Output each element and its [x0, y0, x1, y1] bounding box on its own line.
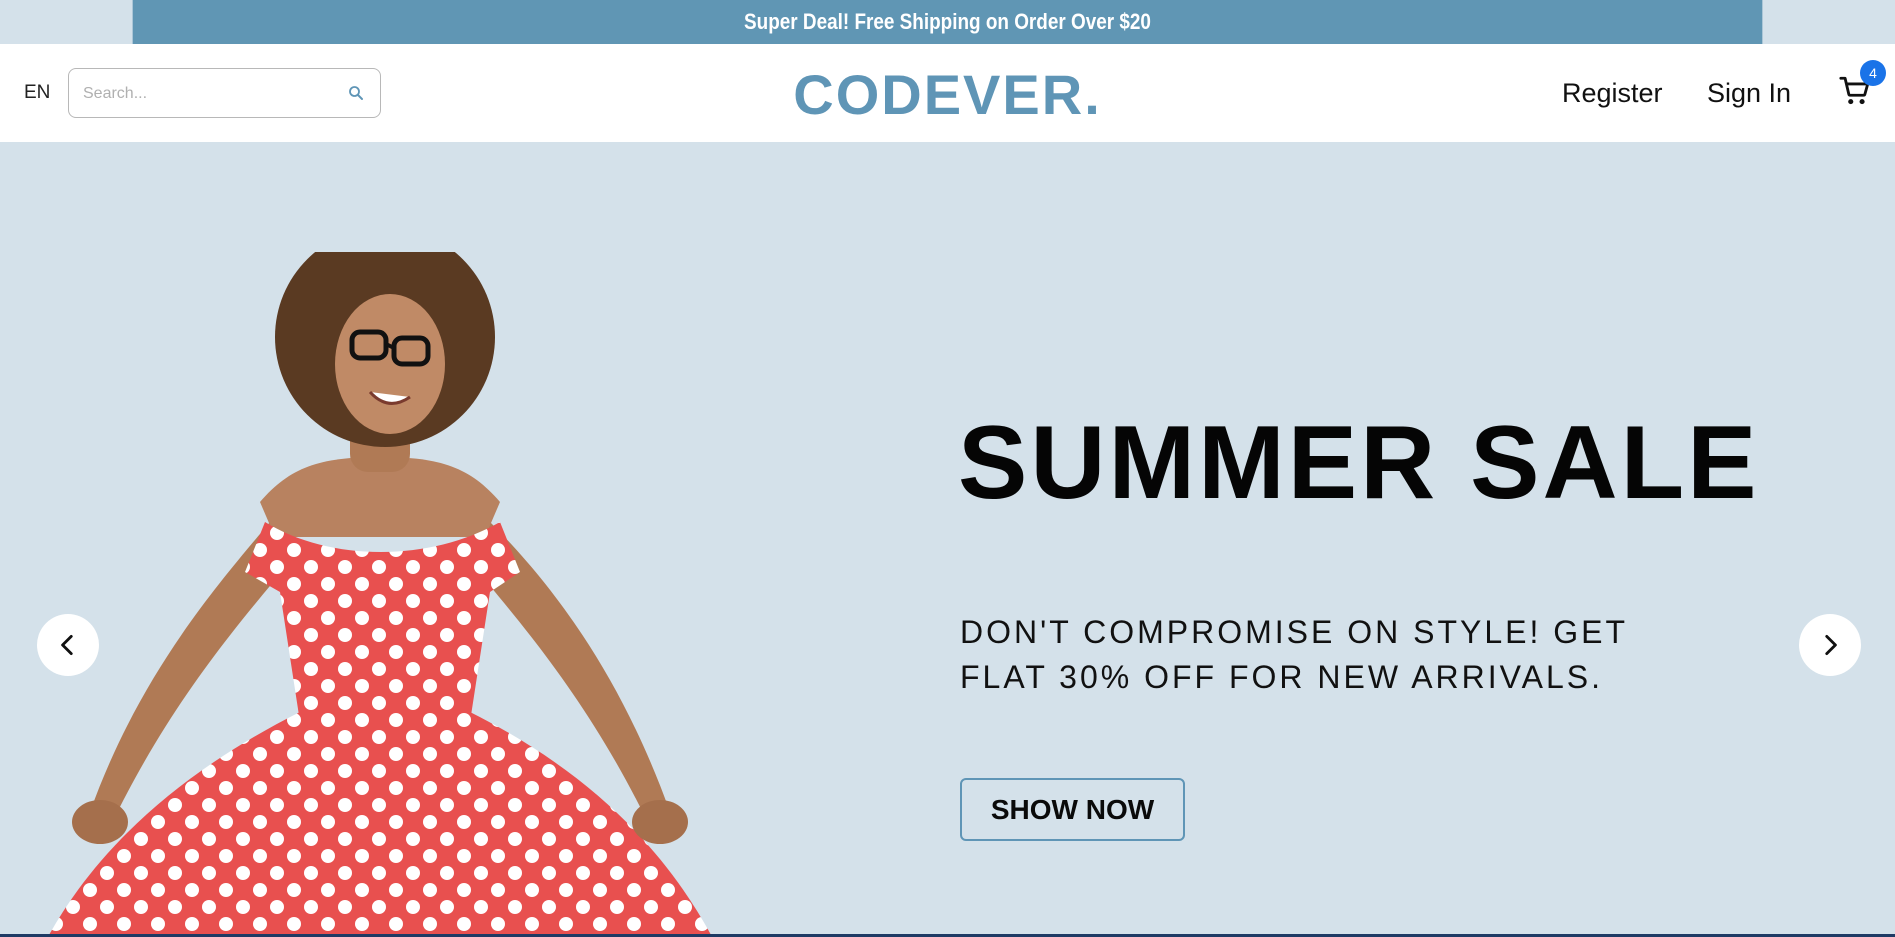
search-box — [68, 68, 381, 118]
cart-count-badge: 4 — [1860, 60, 1886, 86]
previous-slide-button[interactable] — [37, 614, 99, 676]
search-icon[interactable] — [347, 84, 365, 102]
hero-model-image — [49, 252, 711, 934]
announcement-bar: Super Deal! Free Shipping on Order Over … — [132, 0, 1763, 44]
next-slide-button[interactable] — [1799, 614, 1861, 676]
hero-title: SUMMER SALE — [958, 405, 1760, 521]
site-logo[interactable]: CODEVER. — [793, 63, 1102, 126]
chevron-right-icon — [1825, 634, 1837, 656]
navbar: EN CODEVER. Register Sign In 4 — [0, 44, 1895, 142]
register-link[interactable]: Register — [1562, 78, 1663, 109]
hero-description: DON'T COMPROMISE ON STYLE! GET FLAT 30% … — [960, 614, 1628, 695]
language-selector[interactable]: EN — [24, 82, 50, 104]
announcement-text: Super Deal! Free Shipping on Order Over … — [744, 9, 1151, 34]
hero-slider: SUMMER SALE DON'T COMPROMISE ON STYLE! G… — [0, 142, 1895, 934]
search-input[interactable] — [83, 81, 323, 107]
sign-in-link[interactable]: Sign In — [1707, 78, 1791, 109]
show-now-button[interactable]: SHOW NOW — [960, 778, 1185, 841]
chevron-left-icon — [61, 634, 73, 656]
